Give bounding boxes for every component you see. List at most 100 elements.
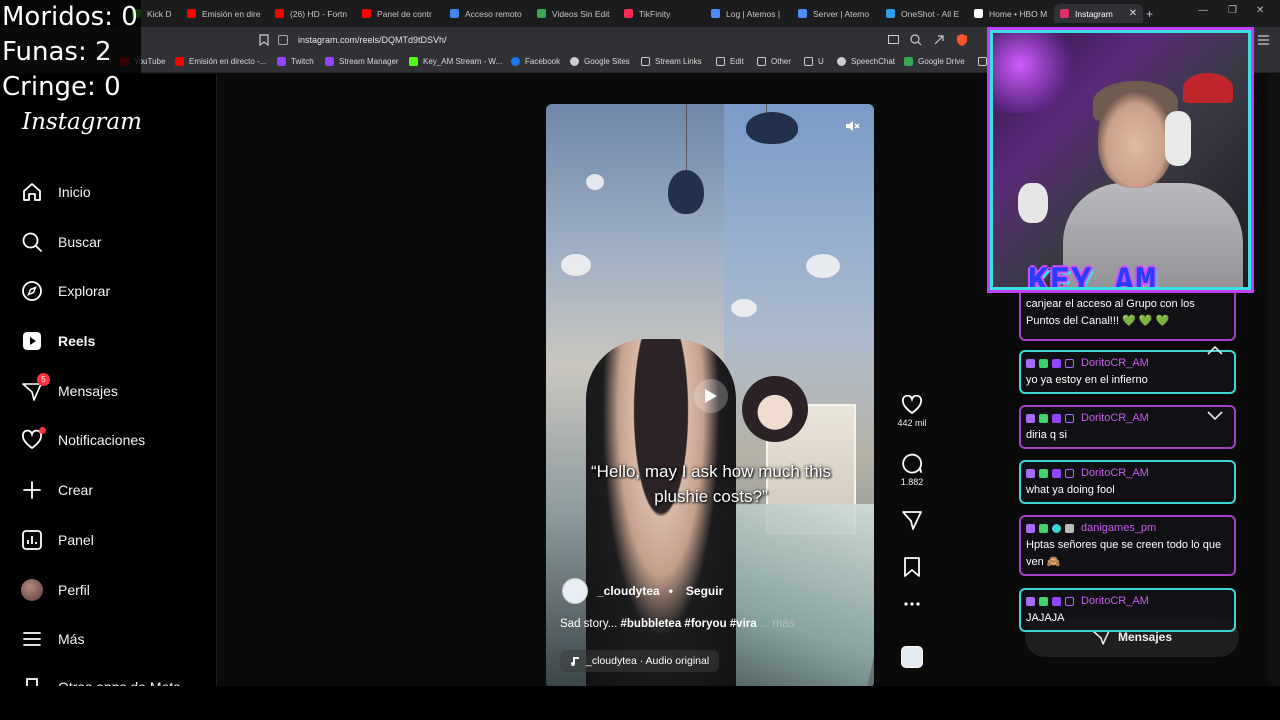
separator-dot: •	[668, 584, 673, 598]
avatar	[21, 579, 43, 601]
new-tab-button[interactable]: +	[1146, 4, 1153, 23]
globe-icon	[570, 57, 579, 66]
close-tab-icon[interactable]: ✕	[1129, 8, 1137, 19]
chat-message: danigames_pm Hptas señores que se creen …	[1019, 515, 1236, 576]
tab-2[interactable]: (26) HD - Fortn	[275, 4, 347, 23]
reel-author[interactable]: _cloudytea • Seguir	[562, 578, 723, 604]
bookmark-edit[interactable]: Edit	[716, 57, 744, 66]
reel-video[interactable]: “Hello, may I ask how much this plushie …	[546, 104, 874, 688]
youtube-icon	[175, 57, 184, 66]
oneshot-icon	[886, 9, 895, 18]
bookmark-facebook[interactable]: Facebook	[511, 57, 560, 66]
next-reel-button[interactable]	[1207, 408, 1223, 424]
tab-1[interactable]: Emisión en dire	[187, 4, 261, 23]
browser-menu-icon[interactable]	[1258, 35, 1269, 45]
sidebar-item-label: Panel	[58, 532, 94, 548]
reel-audio[interactable]: _cloudytea · Audio original	[560, 650, 720, 672]
tab-7[interactable]: Log | Atemos |	[711, 4, 780, 23]
sidebar-item-label: Crear	[58, 482, 94, 498]
share-icon[interactable]	[933, 34, 945, 46]
sidebar-item-explorar[interactable]: Explorar	[20, 279, 110, 303]
messenger-icon: 5	[20, 373, 50, 403]
bookmark-emision[interactable]: Emisión en directo -...	[175, 57, 266, 66]
author-username[interactable]: _cloudytea	[597, 584, 660, 598]
previous-reel-button[interactable]	[1207, 342, 1223, 358]
bookmark-icon[interactable]	[903, 556, 921, 578]
chat-message-text: Hptas señores que se creen todo lo que v…	[1026, 539, 1222, 568]
see-more-link[interactable]: ... más	[760, 618, 795, 630]
bookmark-stream-links[interactable]: Stream Links	[641, 57, 702, 66]
chat-username: danigames_pm	[1081, 522, 1157, 534]
bookmark-label: Edit	[730, 57, 744, 66]
bookmark-u[interactable]: U	[804, 57, 824, 66]
chat-message: canjear el acceso al Grupo con los Punto…	[1019, 293, 1236, 341]
tab-3[interactable]: Panel de contr	[362, 4, 432, 23]
tab-instagram-active[interactable]: Instagram ✕	[1054, 4, 1144, 23]
author-avatar[interactable]	[562, 578, 588, 604]
bookmark-folder[interactable]	[978, 57, 987, 66]
more-options-action[interactable]	[893, 601, 931, 607]
bookmark-key-am-stream[interactable]: Key_AM Stream - W...	[409, 57, 502, 66]
sidebar-item-mas[interactable]: Más	[20, 627, 84, 651]
bookmark-other[interactable]: Other	[757, 57, 791, 66]
like-action[interactable]: 442 mil	[893, 395, 931, 428]
bookmark-speechchat[interactable]: SpeechChat	[837, 57, 895, 66]
sidebar-item-mensajes[interactable]: 5 Mensajes	[20, 373, 118, 403]
install-app-icon[interactable]	[888, 35, 899, 45]
like-count: 442 mil	[897, 418, 927, 428]
more-options-icon[interactable]	[904, 601, 920, 607]
chat-message-text: yo ya estoy en el infierno	[1026, 374, 1148, 386]
tab-10[interactable]: Home • HBO M	[974, 4, 1047, 23]
address-bar[interactable]: instagram.com/reels/DQMTd9tDSVh/	[278, 31, 978, 49]
bookmark-twitch[interactable]: Twitch	[277, 57, 314, 66]
sidebar-item-reels[interactable]: Reels	[20, 329, 95, 353]
bookmark-icon[interactable]	[259, 34, 269, 46]
description-hashtags[interactable]: #bubbletea #foryou #vira	[621, 618, 757, 630]
brave-shield-icon[interactable]	[956, 33, 968, 46]
maximize-icon[interactable]: ❐	[1228, 5, 1237, 16]
bookmark-label: Twitch	[291, 57, 314, 66]
tab-8[interactable]: Server | Atemo	[798, 4, 869, 23]
folder-icon	[978, 57, 987, 66]
site-info-icon[interactable]	[278, 35, 288, 45]
tab-5[interactable]: Videos Sin Edit	[537, 4, 610, 23]
save-action[interactable]	[893, 556, 931, 578]
comment-icon[interactable]	[901, 452, 923, 474]
sidebar-item-perfil[interactable]: Perfil	[20, 578, 90, 602]
chat-message-header: DoritoCR_AM	[1026, 410, 1229, 427]
bookmark-google-drive[interactable]: Google Drive	[904, 57, 965, 66]
follow-button[interactable]: Seguir	[686, 584, 723, 598]
sidebar-item-panel[interactable]: Panel	[20, 528, 94, 552]
page-scrollbar[interactable]	[1268, 74, 1280, 686]
sidebar-item-inicio[interactable]: Inicio	[20, 180, 91, 204]
instagram-logo[interactable]: Instagram	[22, 109, 142, 135]
audio-cover-icon[interactable]	[901, 646, 923, 668]
audio-thumbnail[interactable]	[893, 646, 931, 668]
share-action[interactable]	[893, 509, 931, 531]
tab-4[interactable]: Acceso remoto	[450, 4, 522, 23]
minimize-icon[interactable]: —	[1198, 5, 1208, 16]
chevron-down-icon	[1207, 411, 1223, 421]
tab-label: Emisión en dire	[202, 8, 261, 19]
youtube-icon	[362, 9, 371, 18]
sidebar-item-buscar[interactable]: Buscar	[20, 230, 102, 254]
bookmark-google-sites[interactable]: Google Sites	[570, 57, 630, 66]
tab-label: TikFinity	[639, 8, 671, 19]
bookmark-stream-manager[interactable]: Stream Manager	[325, 57, 399, 66]
tab-9[interactable]: OneShot - All E	[886, 4, 959, 23]
sidebar-item-crear[interactable]: Crear	[20, 478, 93, 502]
zoom-icon[interactable]	[910, 34, 922, 46]
tab-6[interactable]: TikFinity	[624, 4, 670, 23]
muted-speaker-icon[interactable]	[844, 118, 860, 134]
comment-action[interactable]: 1.882	[893, 452, 931, 487]
heart-icon[interactable]	[901, 395, 923, 415]
dashboard-icon	[20, 528, 44, 552]
bookmark-label: Facebook	[525, 57, 561, 66]
bookmark-label: Google Sites	[584, 57, 630, 66]
tab-label: Log | Atemos |	[726, 8, 781, 19]
play-button[interactable]	[694, 379, 728, 413]
share-icon[interactable]	[901, 509, 923, 531]
cloud-decoration	[586, 174, 604, 190]
sidebar-item-notificaciones[interactable]: Notificaciones	[20, 427, 145, 452]
close-window-icon[interactable]: ✕	[1256, 5, 1264, 16]
